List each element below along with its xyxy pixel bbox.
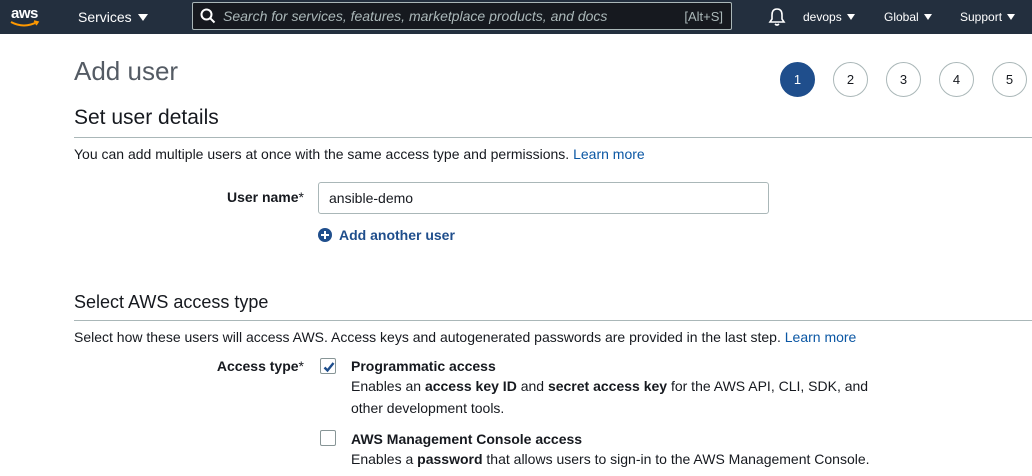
- description-emphasis: password: [417, 451, 483, 467]
- required-marker: *: [298, 189, 304, 205]
- wizard-step-2[interactable]: 2: [833, 62, 868, 97]
- aws-logo[interactable]: aws: [10, 4, 50, 30]
- programmatic-access-checkbox[interactable]: [320, 358, 336, 374]
- console-access-title: AWS Management Console access: [351, 431, 583, 447]
- plus-circle-icon: [318, 228, 332, 242]
- add-another-user-label: Add another user: [339, 227, 455, 243]
- account-name: devops: [803, 10, 842, 24]
- region-name: Global: [884, 10, 919, 24]
- access-type-description-text: Select how these users will access AWS. …: [74, 329, 781, 345]
- console-access-checkbox[interactable]: [320, 430, 336, 446]
- search-input[interactable]: [223, 8, 685, 24]
- caret-down-icon: [137, 13, 148, 21]
- description-text: Enables an: [351, 378, 422, 394]
- description-emphasis: access key ID: [424, 378, 517, 394]
- programmatic-access-description: Enables an access key ID and secret acce…: [351, 375, 891, 419]
- top-navigation-bar: aws Services [Alt+S] devops Global: [0, 0, 1032, 34]
- user-name-input[interactable]: [318, 182, 769, 214]
- description-text: that allows users to sign-in to the AWS …: [486, 451, 870, 467]
- caret-down-icon: [923, 14, 932, 20]
- add-another-user-button[interactable]: Add another user: [318, 227, 455, 243]
- search-shortcut-hint: [Alt+S]: [684, 8, 723, 24]
- wizard-step-3[interactable]: 3: [886, 62, 921, 97]
- required-marker: *: [298, 358, 304, 374]
- user-details-description-text: You can add multiple users at once with …: [74, 146, 570, 162]
- access-type-label: Access type*: [190, 358, 304, 374]
- global-search-box[interactable]: [Alt+S]: [192, 2, 732, 30]
- access-type-description: Select how these users will access AWS. …: [74, 329, 856, 345]
- wizard-step-5[interactable]: 5: [992, 62, 1027, 97]
- page-title: Add user: [74, 56, 179, 86]
- search-icon: [193, 3, 223, 29]
- section-title-access-type: Select AWS access type: [74, 292, 269, 312]
- region-menu-button[interactable]: Global: [884, 0, 932, 34]
- user-name-label-text: User name: [226, 189, 299, 205]
- wizard-step-4[interactable]: 4: [939, 62, 974, 97]
- aws-smile-icon: [10, 20, 40, 27]
- description-text: Enables a: [351, 451, 414, 467]
- section-title-user-details: Set user details: [74, 106, 219, 129]
- section-divider: [74, 137, 1032, 138]
- wizard-steps: 1 2 3 4 5: [780, 62, 1032, 97]
- section-divider: [74, 320, 1032, 321]
- user-name-label: User name*: [200, 189, 304, 205]
- services-label: Services: [78, 9, 132, 25]
- console-access-description: Enables a password that allows users to …: [351, 448, 891, 470]
- learn-more-link[interactable]: Learn more: [573, 146, 645, 162]
- support-label: Support: [960, 10, 1003, 24]
- user-details-description: You can add multiple users at once with …: [74, 146, 645, 162]
- checkmark-icon: [323, 362, 335, 373]
- learn-more-link[interactable]: Learn more: [785, 329, 857, 345]
- services-menu-button[interactable]: Services: [78, 0, 148, 34]
- description-text: and: [520, 378, 545, 394]
- caret-down-icon: [1007, 14, 1016, 20]
- wizard-step-1[interactable]: 1: [780, 62, 815, 97]
- notifications-bell-icon[interactable]: [768, 7, 786, 27]
- account-menu-button[interactable]: devops: [803, 0, 855, 34]
- programmatic-access-title: Programmatic access: [351, 358, 496, 374]
- access-type-label-text: Access type: [216, 358, 299, 374]
- caret-down-icon: [846, 14, 855, 20]
- support-menu-button[interactable]: Support: [960, 0, 1016, 34]
- description-emphasis: secret access key: [547, 378, 668, 394]
